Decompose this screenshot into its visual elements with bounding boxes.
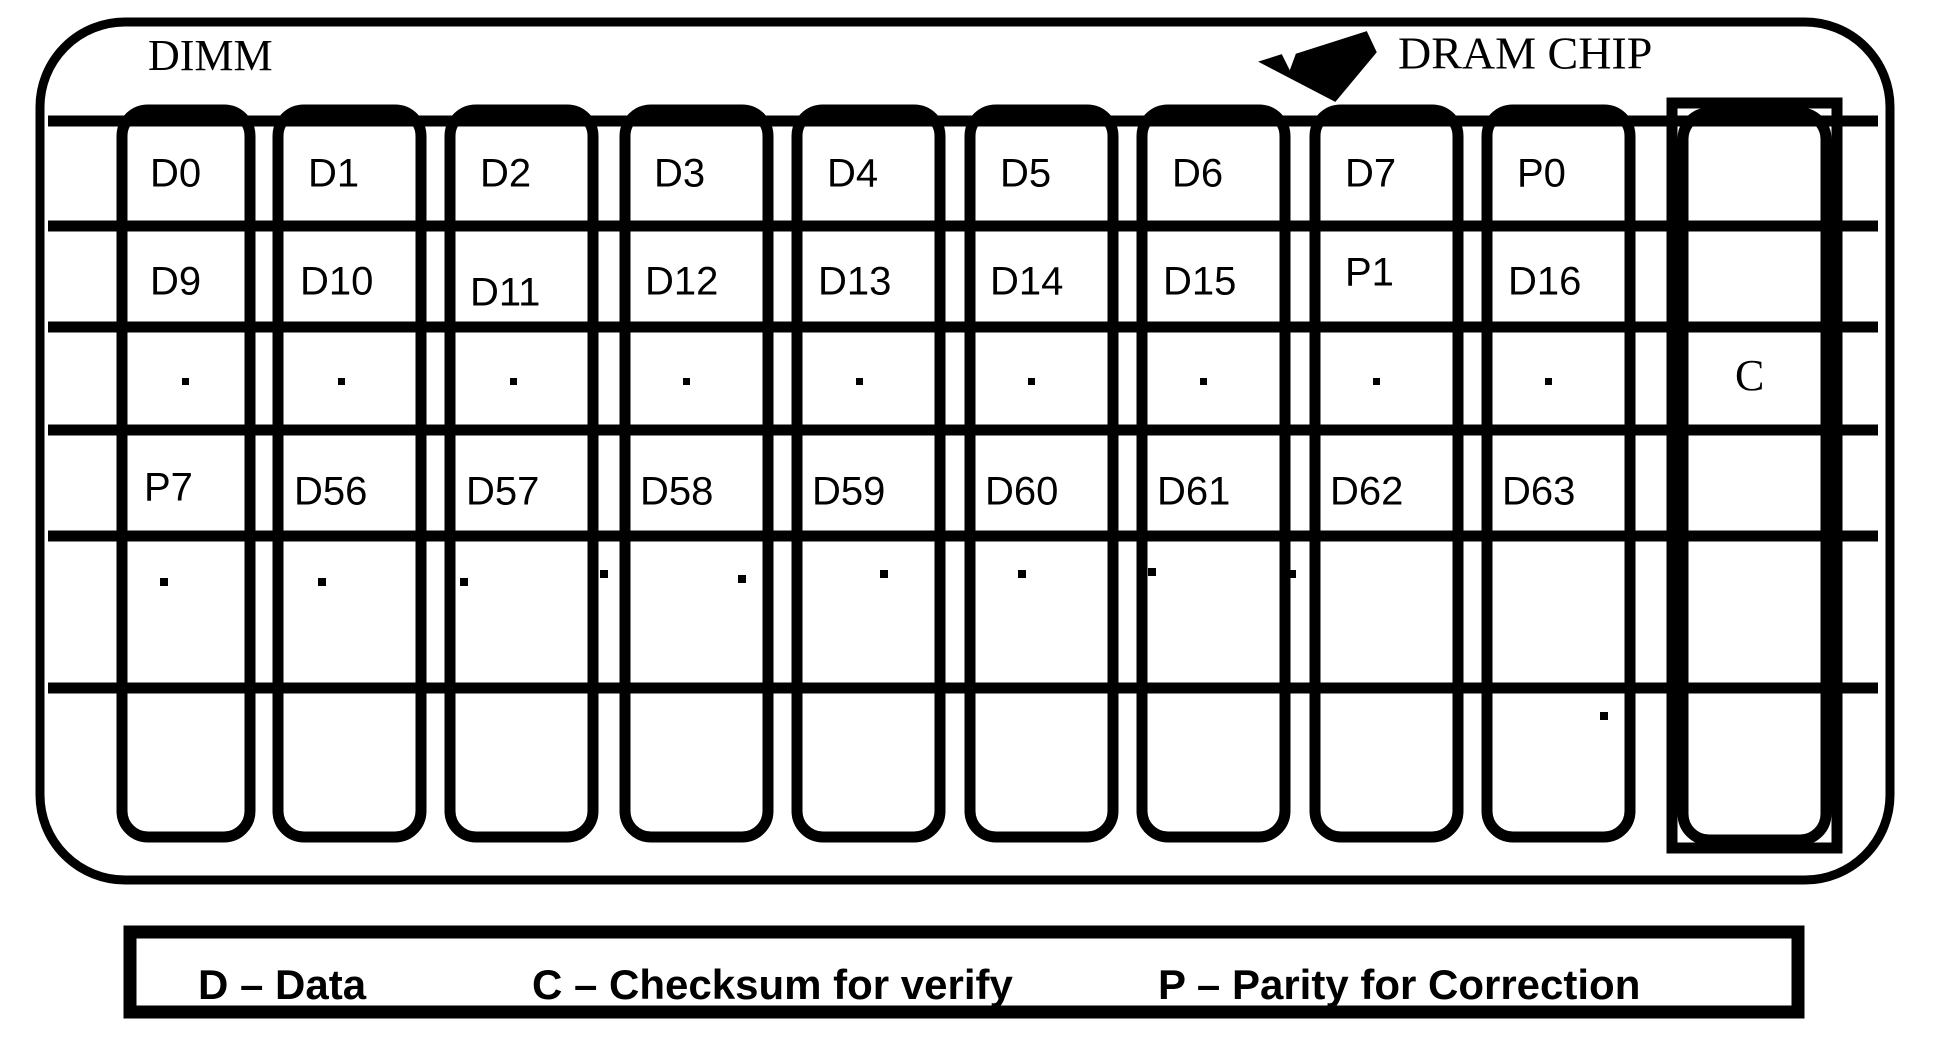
row-3-labels: P7 D56 D57 D58 D59 D60 D61 D62 D63	[144, 466, 1575, 514]
cell-r0c5: D5	[1000, 152, 1051, 196]
cell-r3c5: D60	[985, 470, 1058, 514]
cell-r3c1: D56	[294, 470, 367, 514]
grid-horizontal-lines	[48, 115, 1878, 694]
cell-r0c4: D4	[827, 152, 878, 196]
cell-r3c8: D63	[1502, 470, 1575, 514]
row-1-labels: D9 D10 D11 D12 D13 D14 D15 P1 D16	[150, 251, 1581, 315]
row-4-ellipsis	[160, 568, 1608, 720]
cell-r1c5: D14	[990, 260, 1063, 304]
cell-r0c6: D6	[1172, 152, 1223, 196]
ellipsis-dot-r2c3	[683, 378, 690, 385]
row-0-labels: D0 D1 D2 D3 D4 D5 D6 D7 P0	[150, 152, 1566, 196]
legend-item-data: D – Data	[198, 961, 367, 1008]
cell-r1c0: D9	[150, 260, 201, 304]
dimm-label: DIMM	[148, 31, 273, 80]
ellipsis-dot-r4c5	[880, 570, 888, 578]
cell-r3c2: D57	[466, 470, 539, 514]
ellipsis-dot-r4c7	[1148, 568, 1156, 576]
ellipsis-dot-r4c2	[460, 578, 468, 586]
cell-r0c0: D0	[150, 152, 201, 196]
ellipsis-dot-r4c4	[738, 575, 746, 583]
cell-r0c7: D7	[1345, 152, 1396, 196]
legend-item-parity: P – Parity for Correction	[1158, 961, 1640, 1008]
cell-r3c3: D58	[640, 470, 713, 514]
diagram-canvas: DIMM D0 D1 D2 D3 D4 D5 D6 D7 P0 D9 D10 D…	[0, 0, 1938, 1050]
cell-r3c0: P7	[144, 466, 193, 510]
cell-r1c2: D11	[470, 271, 540, 315]
dram-chip-arrow	[1258, 31, 1377, 102]
cell-r1c3: D12	[645, 260, 718, 304]
cell-r1c4: D13	[818, 260, 891, 304]
cell-r0c1: D1	[308, 152, 359, 196]
ellipsis-dot-r2c7	[1373, 378, 1380, 385]
cell-r0c8: P0	[1517, 152, 1566, 196]
dram-chip-annotation-label: DRAM CHIP	[1398, 28, 1652, 79]
cell-r0c2: D2	[480, 152, 531, 196]
ellipsis-dot-r4c0	[160, 578, 168, 586]
cell-r1c8: D16	[1508, 260, 1581, 304]
dram-chip-bodies	[116, 97, 1843, 854]
cell-r3c4: D59	[812, 470, 885, 514]
ellipsis-dot-r4c6	[1018, 570, 1026, 578]
ellipsis-dot-r4c8	[1288, 570, 1296, 578]
ellipsis-dot-r2c8	[1545, 378, 1552, 385]
cell-r1c7: P1	[1345, 251, 1394, 295]
cell-r1c6: D15	[1163, 260, 1236, 304]
cell-r3c6: D61	[1157, 470, 1230, 514]
ellipsis-dot-r2c2	[510, 378, 517, 385]
cell-r0c3: D3	[654, 152, 705, 196]
ellipsis-dot-r5c8	[1600, 712, 1608, 720]
cell-r3c7: D62	[1330, 470, 1403, 514]
ellipsis-dot-r2c4	[856, 378, 863, 385]
ellipsis-dot-r2c1	[338, 378, 345, 385]
ellipsis-dot-r2c5	[1028, 378, 1035, 385]
cell-r1c1: D10	[300, 260, 373, 304]
ellipsis-dot-r2c6	[1200, 378, 1207, 385]
ellipsis-dot-r2c0	[182, 378, 189, 385]
cell-r2c9-checksum: C	[1735, 351, 1764, 400]
ellipsis-dot-r4c1	[318, 578, 326, 586]
ellipsis-dot-r4c3	[600, 570, 608, 578]
checksum-column-box[interactable]	[1666, 97, 1843, 854]
arrow-icon	[1258, 31, 1377, 102]
dimm-diagram: DIMM D0 D1 D2 D3 D4 D5 D6 D7 P0 D9 D10 D…	[35, 17, 1895, 1019]
legend-item-checksum: C – Checksum for verify	[532, 961, 1013, 1008]
